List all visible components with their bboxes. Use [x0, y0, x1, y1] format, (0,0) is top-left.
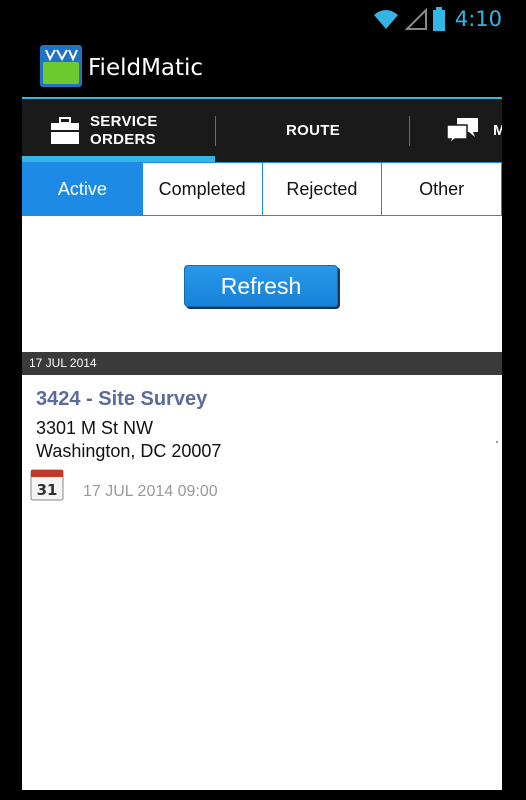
refresh-button[interactable]: Refresh — [184, 265, 338, 307]
tab-divider — [409, 116, 410, 146]
chat-bubbles-icon — [446, 117, 478, 145]
filter-rejected[interactable]: Rejected — [263, 163, 383, 215]
order-address-line1: 3301 M St NW — [36, 418, 154, 438]
calendar-icon: 31 — [30, 469, 64, 501]
tab-service-orders[interactable]: SERVICE ORDERS — [22, 99, 215, 162]
tab-service-orders-label: SERVICE ORDERS — [90, 112, 158, 148]
status-filter-segments: Active Completed Rejected Other — [22, 162, 502, 216]
app-logo-icon[interactable] — [40, 45, 82, 87]
calendar-day: 31 — [37, 481, 58, 499]
wifi-icon — [373, 10, 398, 29]
order-scheduled-date: 17 JUL 2014 09:00 — [83, 483, 218, 500]
action-bar: FieldMatic — [22, 37, 502, 99]
briefcase-icon — [51, 116, 79, 144]
status-icons: 4:10 — [373, 5, 502, 33]
tab-messages[interactable]: M — [411, 99, 502, 162]
tab-divider — [215, 116, 216, 146]
filter-other[interactable]: Other — [382, 163, 501, 215]
top-tab-strip: SERVICE ORDERS ROUTE M — [22, 99, 502, 162]
screen: 4:10 FieldMatic SERVICE ORDERS ROUTE M A… — [0, 0, 526, 800]
filter-completed[interactable]: Completed — [143, 163, 263, 215]
order-address-line2: Washington, DC 20007 — [36, 441, 222, 461]
app-title: FieldMatic — [88, 55, 204, 81]
signal-icon — [404, 8, 427, 30]
filter-active[interactable]: Active — [23, 163, 143, 215]
status-bar: 4:10 — [22, 0, 502, 37]
battery-icon — [432, 7, 445, 31]
content-area: Refresh 17 JUL 2014 3424 - Site Survey 3… — [22, 216, 502, 790]
order-title: 3424 - Site Survey — [36, 388, 208, 410]
tab-route[interactable]: ROUTE — [217, 99, 409, 162]
item-indicator-dot — [496, 441, 498, 443]
service-order-item[interactable]: 3424 - Site Survey 3301 M St NW Washingt… — [22, 375, 502, 515]
section-date-header: 17 JUL 2014 — [22, 352, 502, 375]
status-time: 4:10 — [454, 7, 502, 31]
